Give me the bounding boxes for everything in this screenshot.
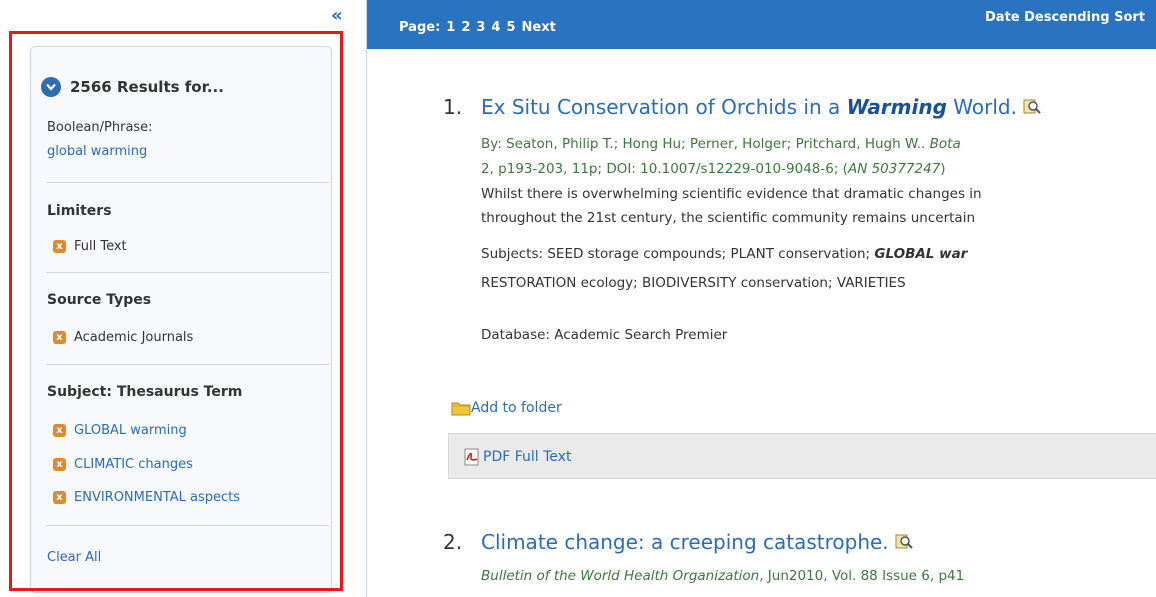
- subject-label[interactable]: ENVIRONMENTAL aspects: [74, 490, 240, 505]
- limiters-heading: Limiters: [47, 203, 112, 219]
- add-to-folder-link[interactable]: Add to folder: [451, 400, 562, 416]
- remove-icon[interactable]: x: [53, 491, 66, 504]
- title-text[interactable]: World.: [947, 95, 1017, 119]
- pagination: Page: 1 2 3 4 5 Next: [399, 20, 556, 35]
- authors-text: By: Seaton, Philip T.; Hong Hu; Perner, …: [481, 136, 930, 152]
- remove-icon[interactable]: x: [53, 458, 66, 471]
- source-title[interactable]: Bulletin of the World Health Organizatio…: [481, 568, 759, 584]
- page-link-2[interactable]: 2: [461, 20, 470, 35]
- limiter-item[interactable]: x Full Text: [53, 239, 127, 254]
- limiter-label: Full Text: [74, 239, 127, 254]
- clear-all-link[interactable]: Clear All: [47, 550, 101, 565]
- subjects-highlight: GLOBAL war: [874, 246, 968, 262]
- divider: [46, 525, 329, 526]
- divider: [46, 272, 329, 273]
- chevron-down-icon[interactable]: [41, 77, 61, 97]
- pdf-full-text-link[interactable]: PDF Full Text: [463, 448, 571, 466]
- page-link-3[interactable]: 3: [476, 20, 485, 35]
- result-number: 1.: [443, 95, 463, 119]
- facet-column: « 2566 Results for... Boolean/Phrase: gl…: [0, 0, 366, 597]
- remove-icon[interactable]: x: [53, 240, 66, 253]
- result-source: Bulletin of the World Health Organizatio…: [481, 568, 964, 584]
- pdf-icon: [464, 448, 479, 466]
- boolean-label: Boolean/Phrase:: [47, 120, 153, 135]
- page-link-4[interactable]: 4: [491, 20, 500, 35]
- result-number: 2.: [443, 530, 463, 554]
- facet-panel: 2566 Results for... Boolean/Phrase: glob…: [30, 46, 332, 593]
- result-authors: By: Seaton, Philip T.; Hong Hu; Perner, …: [481, 136, 961, 152]
- results-count: 2566 Results for...: [70, 78, 224, 96]
- query-link[interactable]: global warming: [47, 144, 147, 159]
- sort-dropdown[interactable]: Date Descending Sort: [985, 10, 1145, 25]
- result-citation: 2, p193-203, 11p; DOI: 10.1007/s12229-01…: [481, 161, 946, 177]
- source-types-heading: Source Types: [47, 292, 152, 308]
- remove-icon[interactable]: x: [53, 424, 66, 437]
- subject-item[interactable]: x ENVIRONMENTAL aspects: [53, 490, 240, 505]
- divider: [46, 364, 329, 365]
- result-title-link[interactable]: Climate change: a creeping catastrophe.: [481, 530, 913, 556]
- citation-text: 2, p193-203, 11p; DOI: 10.1007/s12229-01…: [481, 161, 848, 177]
- subject-item[interactable]: x GLOBAL warming: [53, 423, 187, 438]
- folder-icon: [451, 402, 471, 416]
- title-text[interactable]: Ex Situ Conservation of Orchids in a: [481, 95, 847, 119]
- abstract-line: Whilst there is overwhelming scientific …: [481, 186, 982, 202]
- source-type-item[interactable]: x Academic Journals: [53, 330, 193, 345]
- subjects-text: Subjects: SEED storage compounds; PLANT …: [481, 246, 875, 262]
- preview-magnifier-icon[interactable]: [895, 532, 913, 556]
- abstract-line: throughout the 21st century, the scienti…: [481, 210, 976, 226]
- result-title-link[interactable]: Ex Situ Conservation of Orchids in a War…: [481, 95, 1041, 121]
- subject-heading: Subject: Thesaurus Term: [47, 384, 243, 400]
- accession-number: AN 50377247: [847, 161, 941, 177]
- result-subjects: Subjects: SEED storage compounds; PLANT …: [481, 246, 967, 262]
- page-link-5[interactable]: 5: [506, 20, 515, 35]
- title-text[interactable]: Climate change: a creeping catastrophe.: [481, 530, 889, 554]
- results-main: Page: 1 2 3 4 5 Next Date Descending Sor…: [366, 0, 1156, 597]
- result-database: Database: Academic Search Premier: [481, 327, 728, 343]
- source-type-label: Academic Journals: [74, 330, 194, 345]
- subject-item[interactable]: x CLIMATIC changes: [53, 457, 193, 472]
- results-header[interactable]: 2566 Results for...: [41, 77, 224, 97]
- result-subjects: RESTORATION ecology; BIODIVERSITY conser…: [481, 275, 906, 291]
- add-to-folder-label[interactable]: Add to folder: [471, 400, 562, 416]
- collapse-panel-icon[interactable]: «: [331, 7, 343, 25]
- subject-label[interactable]: GLOBAL warming: [74, 423, 187, 438]
- source-text[interactable]: Bota: [930, 136, 961, 152]
- preview-magnifier-icon[interactable]: [1023, 97, 1041, 121]
- divider: [46, 182, 329, 183]
- remove-icon[interactable]: x: [53, 331, 66, 344]
- pdf-full-text-label[interactable]: PDF Full Text: [483, 449, 571, 465]
- fulltext-bar: PDF Full Text: [448, 433, 1156, 479]
- results-toolbar: Page: 1 2 3 4 5 Next Date Descending Sor…: [367, 0, 1156, 49]
- subject-label[interactable]: CLIMATIC changes: [74, 457, 193, 472]
- next-page-link[interactable]: Next: [522, 20, 556, 35]
- citation-close: ): [940, 161, 946, 177]
- source-details: , Jun2010, Vol. 88 Issue 6, p41: [759, 568, 965, 584]
- page-link-1[interactable]: 1: [446, 20, 455, 35]
- page-label: Page:: [399, 20, 441, 35]
- title-highlight[interactable]: Warming: [847, 95, 947, 119]
